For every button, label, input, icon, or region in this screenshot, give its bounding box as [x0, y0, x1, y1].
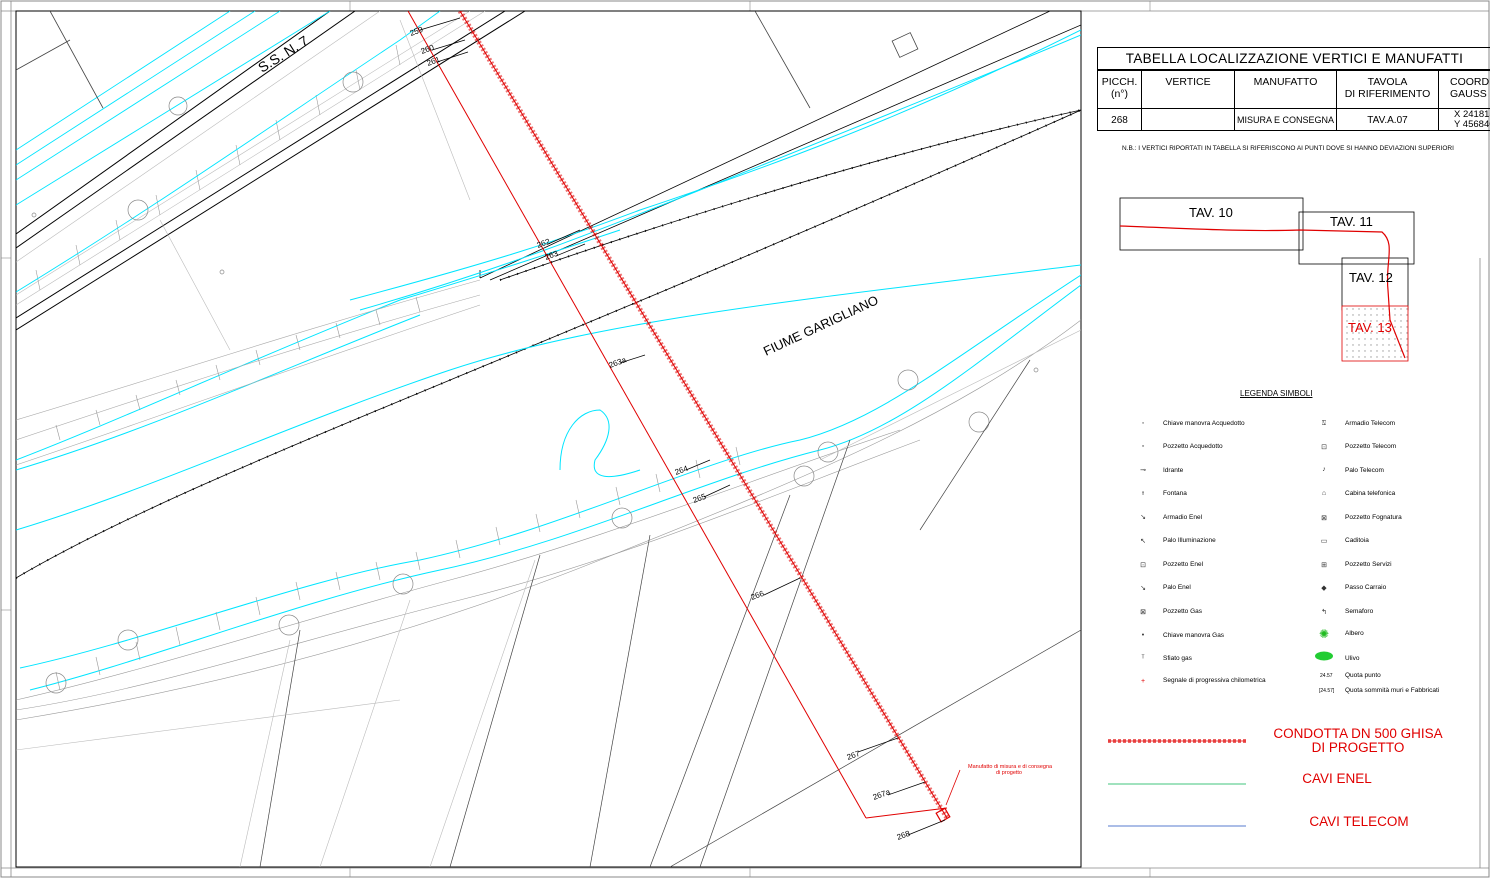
- legend-item: Palo Enel: [1163, 584, 1191, 591]
- point-label: 268: [896, 829, 912, 842]
- point-label: 267a: [872, 787, 892, 802]
- chiave-acquedotto-icon: ◦: [1141, 420, 1145, 427]
- pozzetto-servizi-icon: ⊞: [1321, 562, 1327, 569]
- palo-enel-icon: ↘: [1140, 585, 1146, 592]
- passo-carraio-icon: ◆: [1321, 585, 1327, 592]
- road-label: S.S. N. 7: [255, 32, 311, 75]
- legend-item: Quota punto: [1345, 672, 1381, 679]
- ulivo-shape: [1315, 651, 1333, 661]
- header-coordinate: COORDINATE GAUSS BOAGA: [1438, 69, 1490, 109]
- legend-item: Ulivo: [1345, 655, 1360, 662]
- point-label: 266: [750, 589, 766, 602]
- table-title: TABELLA LOCALIZZAZIONE VERTICI E MANUFAT…: [1097, 47, 1490, 71]
- tav-13-label: TAV. 13: [1348, 320, 1392, 335]
- albero-icon: ✺: [1318, 627, 1330, 641]
- pozzetto-acquedotto-icon: ▫: [1141, 443, 1145, 450]
- legend-item: Palo Illuminazione: [1163, 537, 1216, 544]
- legend-item: Pozzetto Telecom: [1345, 443, 1397, 450]
- legend-item: Passo Carraio: [1345, 584, 1387, 591]
- pozzetto-gas-icon: ⊠: [1140, 609, 1146, 616]
- legend-item: Chiave manovra Gas: [1163, 632, 1225, 639]
- legend-item: Albero: [1345, 630, 1364, 637]
- legend-item: Pozzetto Acquedotto: [1163, 443, 1223, 450]
- table-row: MISURA E CONSEGNA: [1234, 108, 1337, 131]
- point-label: 260: [420, 43, 436, 56]
- point-label: 265: [692, 492, 708, 505]
- tav-12-label: TAV. 12: [1349, 270, 1393, 285]
- legend-item: Fontana: [1163, 490, 1187, 497]
- pozzetto-telecom-icon: ⊡: [1321, 444, 1327, 451]
- legend-item: Cabina telefonica: [1345, 490, 1396, 497]
- point-label: 267: [846, 749, 862, 762]
- legend-item: Semaforo: [1345, 608, 1374, 615]
- table-row: [1141, 108, 1235, 131]
- legend-item: Armadio Telecom: [1345, 420, 1396, 427]
- header-tavola: TAVOLA DI RIFERIMENTO: [1336, 69, 1439, 109]
- table-row: TAV.A.07: [1336, 108, 1439, 131]
- segnale-progressiva-icon: +: [1140, 678, 1146, 685]
- legend-item: Palo Telecom: [1345, 467, 1384, 474]
- quota-punto-sample: 24.57: [1320, 673, 1333, 679]
- point-label: 263a: [608, 355, 628, 370]
- pozzetto-enel-icon: ⊡: [1140, 562, 1146, 569]
- legend-item: Quota sommità muri e Fabbricati: [1345, 687, 1440, 694]
- tav-11-label: TAV. 11: [1330, 214, 1373, 229]
- sfiato-gas-icon: ᵀ: [1141, 655, 1145, 662]
- palo-illuminazione-icon: ↖: [1140, 538, 1146, 545]
- legend-item: Sfiato gas: [1163, 655, 1192, 662]
- condotta-legend-label: CONDOTTA DN 500 GHISA DI PROGETTO: [1273, 726, 1443, 755]
- river-label: FIUME GARIGLIANO: [761, 292, 881, 358]
- legend-item: Pozzetto Servizi: [1345, 561, 1392, 568]
- legend-title: LEGENDA SIMBOLI: [1240, 389, 1313, 398]
- cavi-telecom-legend-label: CAVI TELECOM: [1309, 814, 1409, 829]
- header-manufatto: MANUFATTO: [1234, 69, 1337, 109]
- ulivo-icon: [1314, 650, 1334, 664]
- table-note: N.B.: I VERTICI RIPORTATI IN TABELLA SI …: [1122, 145, 1454, 152]
- legend-item: Chiave manovra Acquedotto: [1163, 420, 1245, 427]
- legend-item: Caditoia: [1345, 537, 1369, 544]
- table-row: X 2418158 Y 4568468: [1438, 108, 1490, 131]
- legend-item: Segnale di progressiva chilometrica: [1163, 677, 1266, 684]
- pozzetto-fognatura-icon: ⊠: [1321, 515, 1327, 522]
- armadio-enel-icon: ↘: [1140, 514, 1146, 521]
- legend-item: Pozzetto Fognatura: [1345, 514, 1402, 521]
- legend-item: Armadio Enel: [1163, 514, 1203, 521]
- semaforo-icon: ↰: [1321, 609, 1327, 616]
- fontana-icon: ᵻ: [1142, 490, 1144, 497]
- palo-telecom-icon: ♪: [1322, 466, 1326, 473]
- manufatto-label: di progetto: [996, 770, 1022, 776]
- quota-muri-sample: [24.57]: [1319, 688, 1335, 694]
- cabina-telefonica-icon: ⌂: [1321, 490, 1327, 497]
- legend-item: Idrante: [1163, 467, 1184, 474]
- header-vertice: VERTICE: [1141, 69, 1235, 109]
- armadio-telecom-icon: ⍂: [1321, 420, 1327, 427]
- tav-10-label: TAV. 10: [1189, 205, 1233, 220]
- chiave-gas-icon: •: [1141, 632, 1145, 639]
- caditoia-icon: ▭: [1320, 538, 1328, 545]
- idrante-icon: ⊸: [1140, 467, 1146, 474]
- legend-item: Pozzetto Gas: [1163, 608, 1203, 615]
- point-label: 264: [674, 464, 690, 477]
- legend-item: Pozzetto Enel: [1163, 561, 1204, 568]
- header-picch: PICCH. (n°): [1097, 69, 1142, 109]
- cavi-enel-legend-label: CAVI ENEL: [1302, 771, 1372, 786]
- table-row: 268: [1097, 108, 1142, 131]
